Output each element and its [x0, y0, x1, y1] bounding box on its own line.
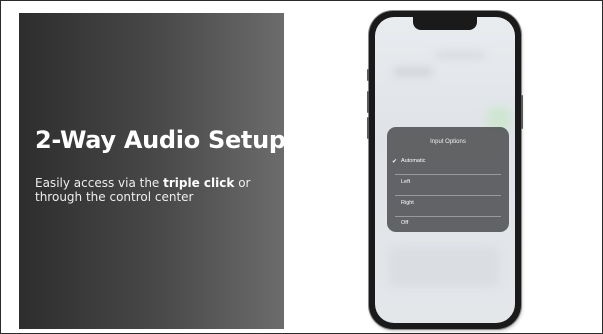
- phone-mockup: Input Options ✔ Automatic Left Right Off: [367, 11, 523, 329]
- checkmark-icon: ✔: [392, 159, 398, 165]
- menu-item-left[interactable]: Left: [395, 175, 501, 196]
- input-options-menu: Input Options ✔ Automatic Left Right Off: [387, 127, 509, 232]
- slide-description: Easily access via the triple click or th…: [35, 176, 275, 204]
- phone-side-button: [367, 69, 369, 81]
- blurred-background-shape: [393, 67, 433, 77]
- menu-item-label: Automatic: [401, 158, 426, 164]
- description-text-start: Easily access via the: [35, 176, 164, 190]
- menu-item-off[interactable]: Off: [395, 217, 501, 231]
- menu-item-right[interactable]: Right: [395, 196, 501, 217]
- phone-notch: [413, 17, 477, 30]
- blurred-background-shape: [435, 51, 485, 59]
- description-emphasis: triple click: [163, 176, 235, 190]
- title-panel: 2-Way Audio Setup Easily access via the …: [19, 13, 286, 329]
- phone-side-button: [367, 91, 369, 113]
- phone-screen: Input Options ✔ Automatic Left Right Off: [375, 17, 515, 323]
- menu-item-label: Left: [401, 179, 411, 185]
- menu-title: Input Options: [430, 139, 466, 145]
- phone-side-button: [367, 117, 369, 139]
- blurred-background-shape: [389, 247, 499, 287]
- menu-item-label: Off: [401, 220, 409, 226]
- menu-item-label: Right: [401, 200, 414, 206]
- menu-item-automatic[interactable]: ✔ Automatic: [392, 154, 501, 175]
- phone-side-button: [521, 95, 523, 129]
- slide: 2-Way Audio Setup Easily access via the …: [0, 0, 603, 334]
- slide-title: 2-Way Audio Setup: [35, 126, 286, 154]
